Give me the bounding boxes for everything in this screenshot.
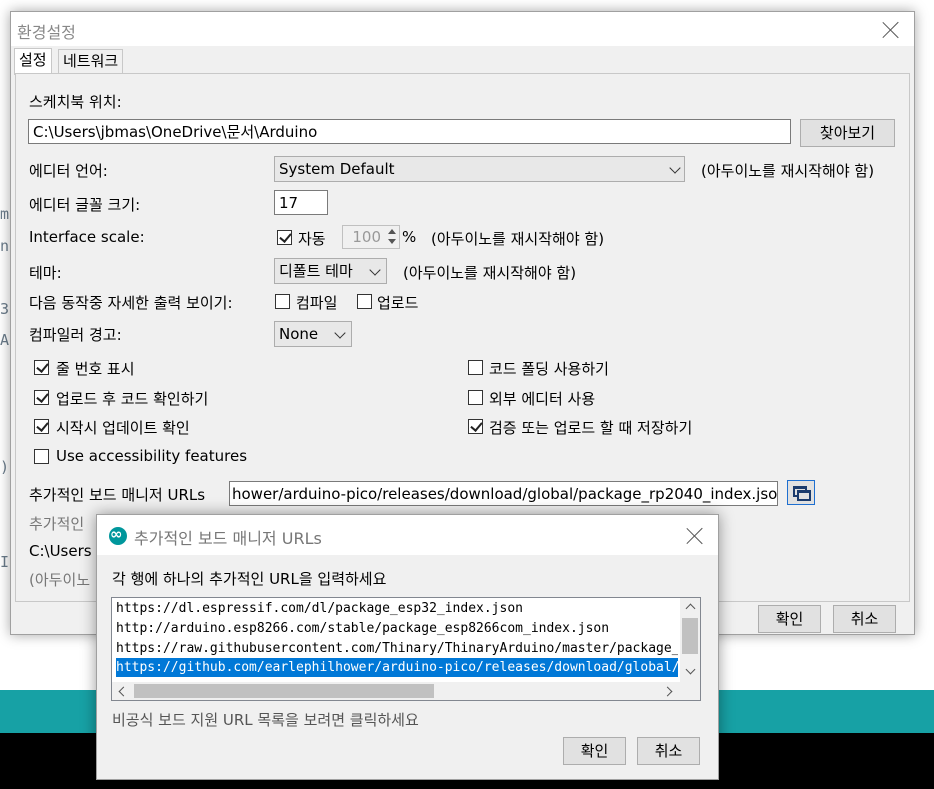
board-urls-titlebar: 추가적인 보드 매니저 URLs	[97, 515, 718, 555]
more-preferences-label: 추가적인	[29, 515, 85, 533]
url-line[interactable]: https://raw.githubusercontent.com/Thinar…	[116, 639, 678, 658]
board-urls-input[interactable]: hower/arduino-pico/releases/download/glo…	[229, 481, 778, 506]
editor-text-fragment: A	[0, 331, 10, 349]
vertical-scroll-thumb[interactable]	[682, 618, 698, 654]
edit-only-note: (아두이노	[29, 571, 91, 589]
scroll-left-icon[interactable]	[118, 686, 129, 697]
save-on-verify-label: 검증 또는 업로드 할 때 저장하기	[489, 419, 693, 437]
verify-after-upload-checkbox[interactable]	[34, 390, 49, 405]
font-size-input[interactable]: 17	[274, 190, 328, 215]
theme-value: 디폴트 테마	[279, 262, 353, 280]
horizontal-scroll-thumb[interactable]	[134, 684, 434, 698]
verbose-upload-checkbox[interactable]	[357, 294, 372, 309]
preferences-file-path: C:\Users	[29, 542, 92, 560]
edit-urls-window-icon[interactable]	[787, 480, 815, 505]
scale-value: 100	[352, 228, 381, 246]
verbose-upload-label: 업로드	[377, 294, 419, 312]
interface-scale-note: (아두이노를 재시작해야 함)	[431, 230, 605, 248]
tab-settings[interactable]: 설정	[14, 48, 52, 75]
url-line[interactable]: http://arduino.esp8266.com/stable/packag…	[116, 619, 678, 638]
scale-unit: %	[402, 228, 417, 246]
verify-after-upload-label: 업로드 후 코드 확인하기	[56, 390, 209, 408]
auto-scale-checkbox[interactable]	[277, 230, 292, 245]
urls-textarea[interactable]: https://dl.espressif.com/dl/package_esp3…	[111, 597, 701, 701]
chevron-down-icon	[669, 162, 681, 174]
theme-note: (아두이노를 재시작해야 함)	[403, 264, 577, 282]
urls-ok-button[interactable]: 확인	[563, 737, 626, 765]
line-numbers-checkbox[interactable]	[34, 360, 49, 375]
scroll-up-icon[interactable]	[685, 603, 696, 614]
compiler-warnings-select[interactable]: None	[274, 321, 352, 347]
editor-text-fragment: n	[0, 237, 10, 255]
vertical-scrollbar[interactable]	[680, 598, 700, 682]
compiler-warnings-value: None	[279, 325, 319, 343]
check-updates-checkbox[interactable]	[34, 419, 49, 434]
font-size-label: 에디터 글꼴 크기:	[29, 196, 141, 214]
verbose-compile-label: 컴파일	[296, 294, 338, 312]
tab-network[interactable]: 네트워크	[58, 49, 124, 74]
url-line[interactable]: https://dl.espressif.com/dl/package_esp3…	[116, 599, 678, 618]
board-urls-dialog: 추가적인 보드 매니저 URLs 각 행에 하나의 추가적인 URL을 입력하세…	[96, 514, 719, 780]
scroll-down-icon[interactable]	[685, 664, 696, 675]
accessibility-checkbox[interactable]	[34, 449, 49, 464]
preferences-titlebar: 환경설정	[11, 12, 914, 46]
arduino-logo-icon	[109, 525, 127, 545]
external-editor-label: 외부 에디터 사용	[489, 390, 596, 408]
theme-label: 테마:	[29, 264, 62, 282]
check-updates-label: 시작시 업데이트 확인	[56, 419, 190, 437]
browse-button[interactable]: 찾아보기	[800, 119, 895, 147]
horizontal-scrollbar[interactable]	[112, 682, 700, 700]
editor-language-select[interactable]: System Default	[274, 156, 685, 182]
interface-scale-label: Interface scale:	[29, 228, 145, 246]
sketchbook-path-input[interactable]: C:\Users\jbmas\OneDrive\문서\Arduino	[28, 119, 791, 144]
compiler-warnings-label: 컴파일러 경고:	[29, 326, 122, 344]
editor-language-value: System Default	[279, 160, 395, 178]
editor-text-fragment: 3	[0, 300, 10, 318]
editor-text-fragment: )	[0, 458, 10, 476]
theme-select[interactable]: 디폴트 테마	[274, 258, 387, 284]
editor-text-fragment: m	[0, 205, 10, 223]
accessibility-label: Use accessibility features	[56, 447, 248, 465]
verbose-output-label: 다음 동작중 자세한 출력 보이기:	[29, 294, 233, 312]
external-editor-checkbox[interactable]	[468, 390, 483, 405]
editor-language-note: (아두이노를 재시작해야 함)	[701, 162, 875, 180]
close-icon[interactable]	[685, 526, 705, 546]
line-numbers-label: 줄 번호 표시	[56, 360, 135, 378]
urls-cancel-button[interactable]: 취소	[637, 737, 700, 765]
scroll-right-icon[interactable]	[662, 686, 673, 697]
save-on-verify-checkbox[interactable]	[468, 419, 483, 434]
verbose-compile-checkbox[interactable]	[275, 294, 290, 309]
code-folding-checkbox[interactable]	[468, 360, 483, 375]
chevron-down-icon	[369, 264, 381, 276]
code-folding-label: 코드 폴딩 사용하기	[489, 360, 609, 378]
chevron-down-icon	[334, 327, 346, 339]
sketchbook-label: 스케치북 위치:	[29, 93, 122, 111]
auto-scale-label: 자동	[298, 230, 326, 248]
scale-spinner[interactable]: 100	[342, 225, 400, 249]
urls-instruction: 각 행에 하나의 추가적인 URL을 입력하세요	[112, 570, 387, 588]
board-urls-dialog-title: 추가적인 보드 매니저 URLs	[134, 529, 322, 548]
editor-text-fragment: I	[0, 553, 10, 571]
editor-language-label: 에디터 언어:	[29, 162, 108, 180]
cancel-button[interactable]: 취소	[833, 605, 896, 633]
board-urls-label: 추가적인 보드 매니저 URLs	[29, 486, 206, 504]
close-icon[interactable]	[881, 20, 901, 40]
ok-button[interactable]: 확인	[758, 605, 821, 633]
preferences-title: 환경설정	[17, 23, 76, 42]
url-line-selected[interactable]: https://github.com/earlephilhower/arduin…	[116, 658, 678, 677]
unofficial-boards-link[interactable]: 비공식 보드 지원 URL 목록을 보려면 클릭하세요	[112, 709, 419, 730]
spinner-arrows-icon[interactable]	[387, 228, 397, 246]
